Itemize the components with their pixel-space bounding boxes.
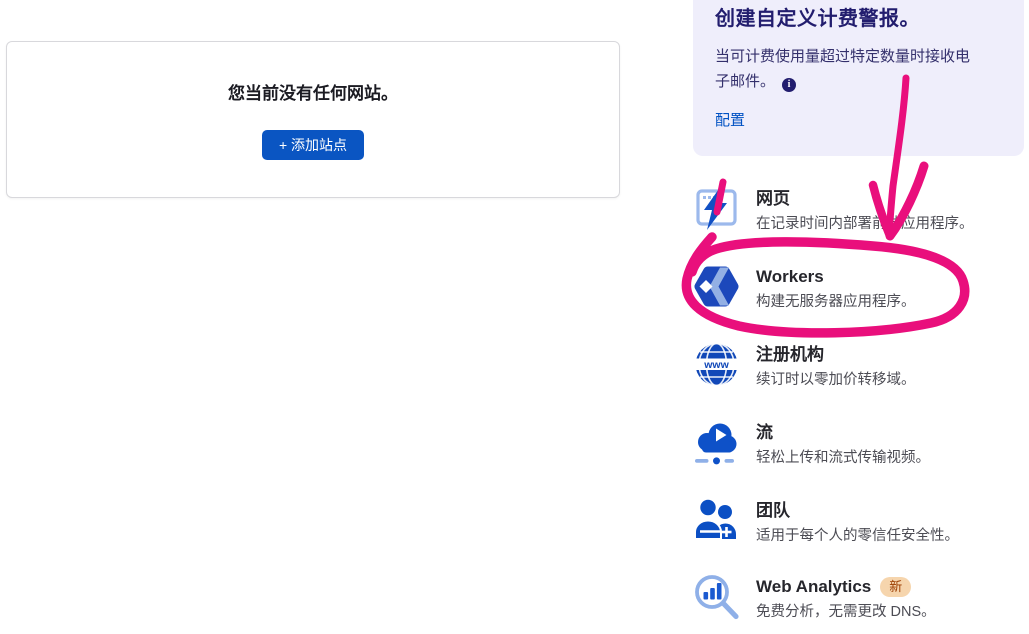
add-site-button[interactable]: + 添加站点 (262, 130, 364, 160)
info-icon[interactable]: i (782, 78, 796, 92)
product-text: 注册机构 续订时以零加价转移域。 (756, 339, 916, 390)
product-title: 注册机构 (756, 344, 916, 366)
product-description: 轻松上传和流式传输视频。 (756, 448, 930, 468)
product-row-registrar[interactable]: www 注册机构 续订时以零加价转移域。 (693, 339, 1023, 395)
product-text: 网页 在记录时间内部署前端应用程序。 (756, 183, 974, 234)
product-title: Workers (756, 266, 916, 288)
product-row-pages[interactable]: 网页 在记录时间内部署前端应用程序。 (693, 183, 1023, 239)
stream-cloud-play-icon (693, 419, 740, 466)
product-row-stream[interactable]: 流 轻松上传和流式传输视频。 (693, 417, 1023, 473)
product-text: Workers 构建无服务器应用程序。 (756, 261, 916, 312)
product-description: 免费分析，无需更改 DNS。 (756, 602, 936, 622)
product-title: 网页 (756, 188, 974, 210)
billing-alert-title: 创建自定义计费警报。 (715, 2, 1004, 31)
product-row-teams[interactable]: 团队 适用于每个人的零信任安全性。 (693, 495, 1023, 551)
product-title: Web Analytics 新 (756, 576, 936, 598)
workers-icon (693, 263, 740, 310)
product-row-workers[interactable]: Workers 构建无服务器应用程序。 (693, 261, 1023, 317)
billing-alert-body: 当可计费使用量超过特定数量时接收电子邮件。i (715, 44, 983, 94)
product-text: Web Analytics 新 免费分析，无需更改 DNS。 (756, 571, 936, 622)
product-description: 构建无服务器应用程序。 (756, 292, 916, 312)
teams-people-icon (693, 497, 740, 544)
billing-alert-body-text: 当可计费使用量超过特定数量时接收电子邮件。 (715, 48, 970, 90)
product-title: 团队 (756, 500, 959, 522)
product-description: 在记录时间内部署前端应用程序。 (756, 214, 974, 234)
registrar-globe-icon: www (693, 341, 740, 388)
pages-icon (693, 185, 740, 232)
configure-link[interactable]: 配置 (715, 109, 745, 130)
empty-websites-message: 您当前没有任何网站。 (228, 79, 398, 104)
new-badge: 新 (880, 577, 911, 597)
product-title-text: Web Analytics (756, 576, 871, 598)
web-analytics-magnifier-icon (693, 573, 740, 620)
product-row-web-analytics[interactable]: Web Analytics 新 免费分析，无需更改 DNS。 (693, 571, 1023, 627)
product-text: 流 轻松上传和流式传输视频。 (756, 417, 930, 468)
cloudflare-dashboard-page: 您当前没有任何网站。 + 添加站点 创建自定义计费警报。 当可计费使用量超过特定… (0, 0, 1029, 634)
empty-websites-card: 您当前没有任何网站。 + 添加站点 (6, 41, 620, 198)
svg-text:www: www (703, 359, 729, 371)
product-title: 流 (756, 422, 930, 444)
billing-alert-panel: 创建自定义计费警报。 当可计费使用量超过特定数量时接收电子邮件。i 配置 (693, 0, 1024, 156)
product-description: 续订时以零加价转移域。 (756, 370, 916, 390)
product-text: 团队 适用于每个人的零信任安全性。 (756, 495, 959, 546)
product-description: 适用于每个人的零信任安全性。 (756, 526, 959, 546)
